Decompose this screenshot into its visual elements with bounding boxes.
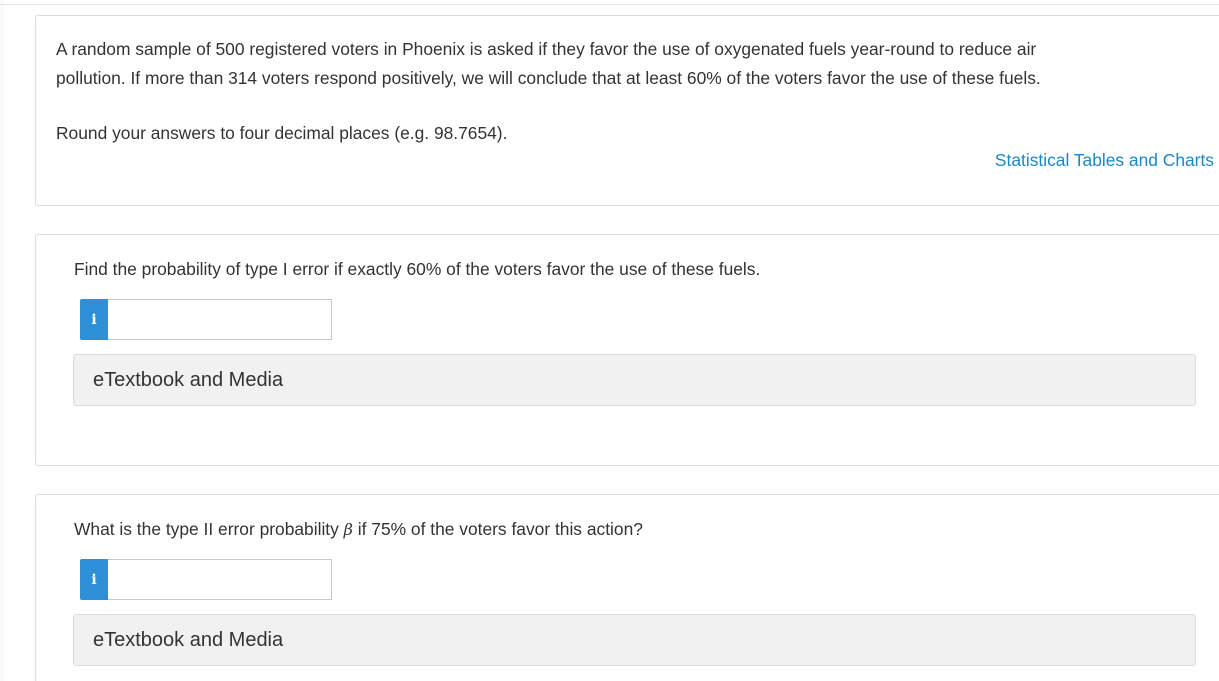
statistical-tables-link[interactable]: Statistical Tables and Charts bbox=[995, 146, 1214, 175]
problem-statement-line-2: pollution. If more than 314 voters respo… bbox=[56, 68, 1041, 88]
question-prompt: What is the type II error probability β … bbox=[74, 515, 643, 544]
question-prompt-text-before: What is the type II error probability bbox=[74, 519, 344, 539]
answer-field-row: i bbox=[80, 299, 332, 340]
etextbook-label: eTextbook and Media bbox=[93, 629, 284, 651]
problem-statement-line-1: A random sample of 500 registered voters… bbox=[56, 39, 1037, 59]
answer-input[interactable] bbox=[108, 299, 332, 340]
page: A random sample of 500 registered voters… bbox=[0, 0, 1219, 681]
info-icon[interactable]: i bbox=[80, 299, 108, 340]
answer-input[interactable] bbox=[108, 559, 332, 600]
top-divider bbox=[0, 4, 1219, 5]
question-prompt: Find the probability of type I error if … bbox=[74, 259, 761, 279]
left-edge bbox=[0, 0, 4, 681]
problem-statement: A random sample of 500 registered voters… bbox=[56, 35, 1186, 93]
question-card-2: What is the type II error probability β … bbox=[35, 494, 1219, 681]
problem-intro-card: A random sample of 500 registered voters… bbox=[35, 15, 1219, 206]
question-card-1: Find the probability of type I error if … bbox=[35, 234, 1219, 466]
etextbook-and-media-button[interactable]: eTextbook and Media bbox=[73, 614, 1196, 666]
answer-field-row: i bbox=[80, 559, 332, 600]
info-icon[interactable]: i bbox=[80, 559, 108, 600]
question-prompt-text-after: if 75% of the voters favor this action? bbox=[352, 519, 643, 539]
etextbook-and-media-button[interactable]: eTextbook and Media bbox=[73, 354, 1196, 406]
beta-symbol: β bbox=[343, 520, 353, 539]
rounding-instruction: Round your answers to four decimal place… bbox=[56, 123, 508, 143]
etextbook-label: eTextbook and Media bbox=[93, 369, 284, 391]
